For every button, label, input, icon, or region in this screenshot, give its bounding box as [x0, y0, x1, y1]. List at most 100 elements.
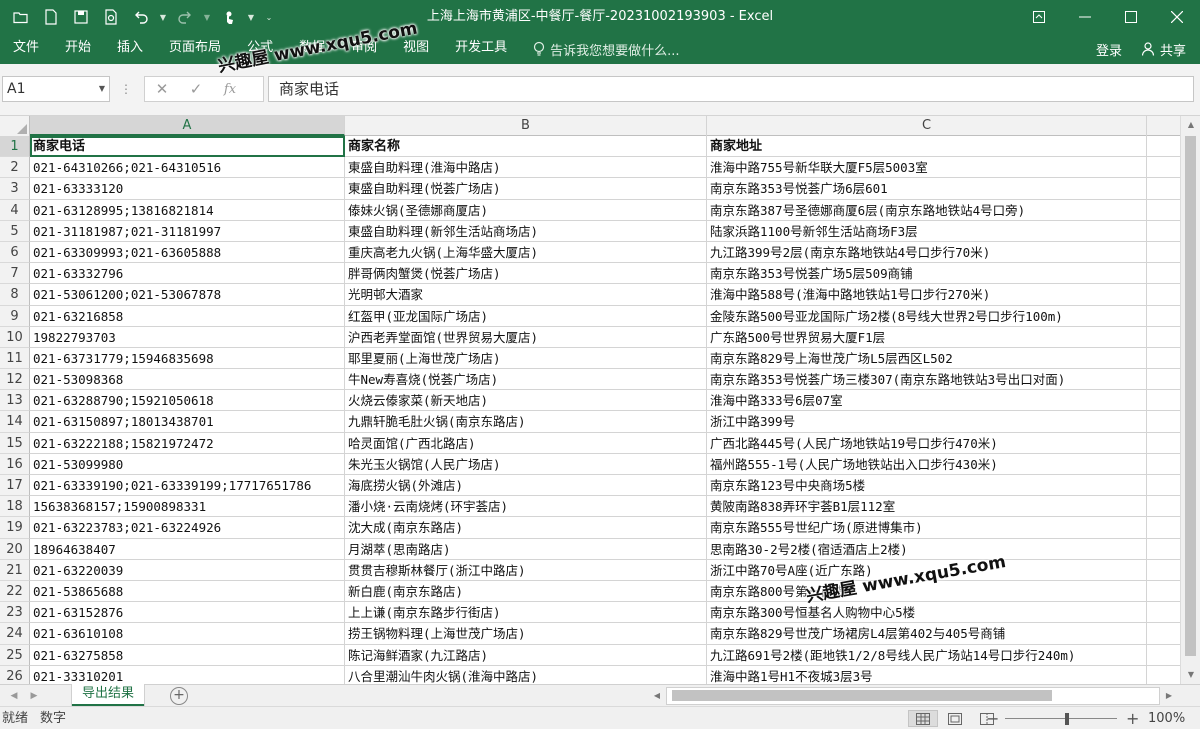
- row-header[interactable]: 3: [0, 178, 30, 200]
- cell-c[interactable]: 九江路691号2楼(距地铁1/2/8号线人民广场站14号口步行240m): [707, 644, 1147, 666]
- cell-c[interactable]: 陆家浜路1100号新邻生活站商场F3层: [707, 220, 1147, 242]
- cell-b[interactable]: 新白鹿(南京东路店): [345, 580, 707, 603]
- cell-b[interactable]: 傣妹火锅(圣德娜商厦店): [345, 199, 707, 221]
- cell-a[interactable]: 商家电话: [30, 136, 345, 158]
- cell-c[interactable]: 南京东路353号悦荟广场5层509商铺: [707, 263, 1147, 285]
- sheet-next-icon[interactable]: ▶: [24, 685, 44, 707]
- undo-icon[interactable]: [126, 0, 156, 34]
- cell-a[interactable]: 021-53098368: [30, 369, 345, 391]
- cell-d[interactable]: [1147, 496, 1180, 518]
- row-header[interactable]: 9: [0, 305, 30, 327]
- cell-d[interactable]: [1147, 390, 1180, 412]
- cell-c[interactable]: 南京东路353号悦荟广场三楼307(南京东路地铁站3号出口对面): [707, 369, 1147, 391]
- row-header[interactable]: 2: [0, 157, 30, 179]
- cell-d[interactable]: [1147, 666, 1180, 684]
- cell-a[interactable]: 021-53099980: [30, 453, 345, 475]
- new-file-icon[interactable]: [36, 0, 66, 34]
- cell-a[interactable]: 021-63220039: [30, 559, 345, 581]
- cell-a[interactable]: 021-63333120: [30, 178, 345, 200]
- cell-b[interactable]: 捞王锅物料理(上海世茂广场店): [345, 623, 707, 645]
- cell-b[interactable]: 沈大成(南京东路店): [345, 517, 707, 539]
- cell-c[interactable]: 南京东路123号中央商场5楼: [707, 475, 1147, 497]
- cell-d[interactable]: [1147, 157, 1180, 179]
- cell-b[interactable]: 海底捞火锅(外滩店): [345, 475, 707, 497]
- cell-b[interactable]: 月湖萃(思南路店): [345, 538, 707, 560]
- cell-a[interactable]: 021-33310201: [30, 665, 345, 684]
- row-header[interactable]: 18: [0, 496, 30, 518]
- row-header[interactable]: 10: [0, 326, 30, 348]
- row-header[interactable]: 1: [0, 136, 30, 158]
- undo-dropdown-icon[interactable]: ▼: [156, 0, 170, 34]
- cell-c[interactable]: 淮海中路1号H1不夜城3层3号: [707, 665, 1147, 684]
- tab-data[interactable]: 数据: [286, 34, 338, 64]
- cell-b[interactable]: 红盔甲(亚龙国际广场店): [345, 305, 707, 327]
- cell-d[interactable]: [1147, 623, 1180, 645]
- cell-d[interactable]: [1147, 136, 1180, 158]
- cell-b[interactable]: 重庆高老九火锅(上海华盛大厦店): [345, 241, 707, 264]
- share-button[interactable]: 共享: [1134, 40, 1200, 59]
- cell-d[interactable]: [1147, 411, 1180, 433]
- cell-d[interactable]: [1147, 602, 1180, 624]
- cell-d[interactable]: [1147, 178, 1180, 200]
- save-icon[interactable]: [66, 0, 96, 34]
- scroll-right-icon[interactable]: ▶: [1160, 687, 1178, 705]
- row-header[interactable]: 6: [0, 241, 30, 264]
- column-header-c[interactable]: C: [707, 116, 1147, 136]
- row-header[interactable]: 14: [0, 411, 30, 433]
- print-preview-icon[interactable]: [96, 0, 126, 34]
- normal-view-icon[interactable]: [908, 710, 938, 727]
- confirm-entry-icon[interactable]: ✓: [179, 80, 213, 98]
- cell-b[interactable]: 光明邨大酒家: [345, 284, 707, 306]
- cell-b[interactable]: 東盛自助料理(新邻生活站商场店): [345, 220, 707, 242]
- zoom-in-button[interactable]: +: [1126, 707, 1139, 729]
- zoom-level[interactable]: 100%: [1148, 707, 1185, 729]
- cell-a[interactable]: 021-63731779;15946835698: [30, 347, 345, 370]
- formula-input[interactable]: 商家电话: [268, 76, 1194, 102]
- tab-file[interactable]: 文件: [0, 34, 52, 64]
- cell-a[interactable]: 021-63152876: [30, 602, 345, 624]
- cell-a[interactable]: 15638368157;15900898331: [30, 496, 345, 518]
- cell-b[interactable]: 東盛自助料理(悦荟广场店): [345, 178, 707, 200]
- scroll-up-icon[interactable]: ▲: [1181, 116, 1200, 134]
- zoom-slider-handle[interactable]: [1065, 713, 1069, 725]
- cell-d[interactable]: [1147, 242, 1180, 264]
- cell-c[interactable]: 南京东路387号圣德娜商厦6层(南京东路地铁站4号口旁): [707, 199, 1147, 221]
- cell-d[interactable]: [1147, 560, 1180, 581]
- row-header[interactable]: 7: [0, 263, 30, 285]
- cancel-entry-icon[interactable]: ✕: [145, 80, 179, 98]
- cell-a[interactable]: 021-63216858: [30, 305, 345, 327]
- insert-function-icon[interactable]: fx: [213, 82, 247, 97]
- cell-b[interactable]: 商家名称: [345, 136, 707, 158]
- maximize-icon[interactable]: [1108, 0, 1154, 34]
- row-header[interactable]: 11: [0, 347, 30, 370]
- zoom-out-button[interactable]: −: [986, 707, 999, 729]
- cell-b[interactable]: 耶里夏丽(上海世茂广场店): [345, 347, 707, 370]
- row-header[interactable]: 19: [0, 517, 30, 539]
- page-layout-view-icon[interactable]: [940, 710, 970, 727]
- cell-c[interactable]: 福州路555-1号(人民广场地铁站出入口步行430米): [707, 453, 1147, 475]
- zoom-slider-track[interactable]: [1005, 718, 1117, 719]
- redo-icon[interactable]: [170, 0, 200, 34]
- sign-in-link[interactable]: 登录: [1084, 40, 1134, 59]
- ribbon-display-options-icon[interactable]: [1016, 0, 1062, 34]
- cell-c[interactable]: 广东路500号世界贸易大厦F1层: [707, 326, 1147, 348]
- cell-b[interactable]: 沪西老弄堂面馆(世界贸易大厦店): [345, 326, 707, 348]
- cell-c[interactable]: 南京东路800号第一百货: [707, 580, 1147, 603]
- cell-c[interactable]: 南京东路829号上海世茂广场L5层西区L502: [707, 347, 1147, 370]
- redo-dropdown-icon[interactable]: ▼: [200, 0, 214, 34]
- cell-b[interactable]: 哈灵面馆(广西北路店): [345, 432, 707, 454]
- cell-d[interactable]: [1147, 539, 1180, 560]
- row-header[interactable]: 26: [0, 665, 30, 684]
- grip-dots-icon[interactable]: ⋮: [120, 78, 132, 100]
- cell-d[interactable]: [1147, 433, 1180, 454]
- cell-d[interactable]: [1147, 263, 1180, 285]
- open-folder-icon[interactable]: [6, 0, 36, 34]
- cell-c[interactable]: 南京东路300号恒基名人购物中心5楼: [707, 602, 1147, 624]
- column-header-b[interactable]: B: [345, 116, 707, 136]
- cell-d[interactable]: [1147, 475, 1180, 497]
- cell-c[interactable]: 黄陂南路838弄环宇荟B1层112室: [707, 496, 1147, 518]
- cell-c[interactable]: 浙江中路70号A座(近广东路): [707, 559, 1147, 581]
- select-all-corner[interactable]: [0, 116, 30, 136]
- cell-b[interactable]: 胖哥俩肉蟹煲(悦荟广场店): [345, 263, 707, 285]
- cell-c[interactable]: 商家地址: [707, 136, 1147, 158]
